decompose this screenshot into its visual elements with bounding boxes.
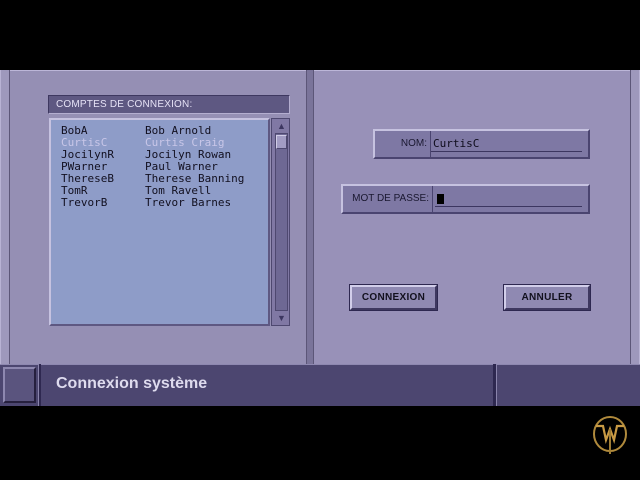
status-bar-separator: [38, 364, 41, 406]
account-username: TrevorB: [61, 196, 108, 209]
w-logo-icon: [593, 416, 627, 454]
username-underline: [431, 151, 582, 152]
panel-divider: [306, 70, 314, 364]
text-cursor: [437, 194, 444, 204]
accounts-scrollbar[interactable]: ▲ ▼: [271, 118, 290, 326]
right-frame: [630, 70, 640, 364]
cancel-button[interactable]: ANNULER: [504, 285, 590, 310]
scrollbar-thumb[interactable]: [276, 135, 287, 149]
password-label: MOT DE PASSE:: [343, 186, 433, 212]
accounts-list[interactable]: BobA Bob Arnold CurtisC Curtis Craig Joc…: [49, 118, 270, 326]
username-input[interactable]: CurtisC: [433, 131, 479, 157]
scroll-up-arrow-icon[interactable]: ▲: [275, 120, 288, 132]
scrollbar-track[interactable]: [275, 133, 288, 311]
left-frame: [0, 70, 10, 364]
username-label: NOM:: [375, 131, 431, 157]
status-bar-box[interactable]: [3, 367, 36, 403]
account-fullname: Trevor Barnes: [145, 196, 232, 209]
scroll-down-arrow-icon[interactable]: ▼: [275, 312, 288, 324]
status-bar-title: Connexion système: [56, 375, 208, 392]
connect-button[interactable]: CONNEXION: [350, 285, 437, 310]
password-field[interactable]: MOT DE PASSE:: [341, 184, 590, 214]
password-underline: [435, 206, 582, 207]
status-bar-separator: [493, 364, 497, 406]
credentials-panel: [314, 70, 630, 364]
accounts-header: COMPTES DE CONNEXION:: [48, 95, 290, 114]
username-field[interactable]: NOM: CurtisC: [373, 129, 590, 159]
